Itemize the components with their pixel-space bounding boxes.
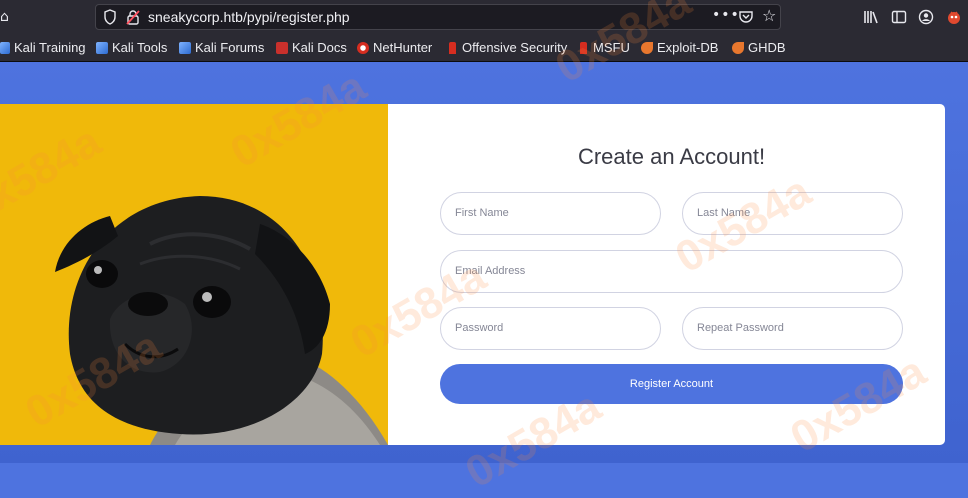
sidebar-icon[interactable]	[891, 9, 907, 25]
bookmark-label: NetHunter	[373, 40, 433, 55]
bookmark-msfu[interactable]: MSFU	[578, 40, 630, 56]
bookmark-nethunter[interactable]: NetHunter	[357, 40, 432, 56]
insecure-lock-icon[interactable]	[126, 9, 140, 25]
kali-dragon-icon	[96, 42, 108, 54]
exploit-db-icon	[641, 42, 653, 54]
tracking-shield-icon[interactable]	[104, 9, 116, 25]
url-bar[interactable]: sneakycorp.htb/pypi/register.php ••• ☆	[95, 4, 781, 30]
bookmark-label: Kali Training	[14, 40, 86, 55]
bookmark-label: GHDB	[748, 40, 786, 55]
bookmark-star-icon[interactable]: ☆	[762, 6, 776, 25]
offsec-icon	[580, 42, 587, 54]
offsec-icon	[449, 42, 456, 54]
account-icon[interactable]	[918, 9, 934, 25]
register-card: Create an Account! First Name Last Name …	[0, 104, 945, 445]
bookmark-kali-tools[interactable]: Kali Tools	[96, 40, 167, 56]
bookmark-label: Exploit-DB	[657, 40, 719, 55]
bookmark-label: Kali Forums	[195, 40, 265, 55]
bookmark-label: Kali Tools	[112, 40, 168, 55]
first-name-input[interactable]: First Name	[440, 192, 661, 235]
ghdb-icon	[732, 42, 744, 54]
pug-illustration	[55, 196, 388, 445]
bookmark-kali-forums[interactable]: Kali Forums	[179, 40, 264, 56]
nethunter-icon	[357, 42, 369, 54]
pocket-icon[interactable]	[739, 10, 753, 24]
last-name-input[interactable]: Last Name	[682, 192, 903, 235]
bookmark-ghdb[interactable]: GHDB	[732, 40, 786, 56]
repeat-password-input[interactable]: Repeat Password	[682, 307, 903, 350]
bookmark-kali-training[interactable]: Kali Training	[0, 40, 86, 56]
bookmark-offensive-security[interactable]: Offensive Security	[447, 40, 567, 56]
form-title: Create an Account!	[577, 144, 766, 169]
library-icon[interactable]	[863, 9, 879, 25]
url-text[interactable]: sneakycorp.htb/pypi/register.php	[148, 8, 350, 26]
extension-icon[interactable]	[946, 9, 962, 25]
password-input[interactable]: Password	[440, 307, 661, 350]
kali-docs-icon	[276, 42, 288, 54]
bookmark-label: MSFU	[593, 40, 630, 55]
dog-image	[0, 104, 388, 445]
kali-dragon-icon	[179, 42, 191, 54]
kali-dragon-icon	[0, 42, 10, 54]
email-input[interactable]: Email Address	[440, 250, 903, 293]
page-actions-icon[interactable]: •••	[712, 7, 740, 23]
page-background: Create an Account! First Name Last Name …	[0, 62, 968, 463]
home-icon[interactable]: ⌂	[0, 8, 14, 26]
bookmark-kali-docs[interactable]: Kali Docs	[276, 40, 347, 56]
bookmark-label: Kali Docs	[292, 40, 347, 55]
bookmark-exploit-db[interactable]: Exploit-DB	[641, 40, 718, 56]
browser-toolbar: ⌂ sneakycorp.htb/pypi/register.php ••• ☆	[0, 0, 968, 35]
bookmark-label: Offensive Security	[462, 40, 568, 55]
register-account-button[interactable]: Register Account	[440, 364, 903, 404]
bookmarks-toolbar: Kali Training Kali Tools Kali Forums Kal…	[0, 35, 968, 62]
